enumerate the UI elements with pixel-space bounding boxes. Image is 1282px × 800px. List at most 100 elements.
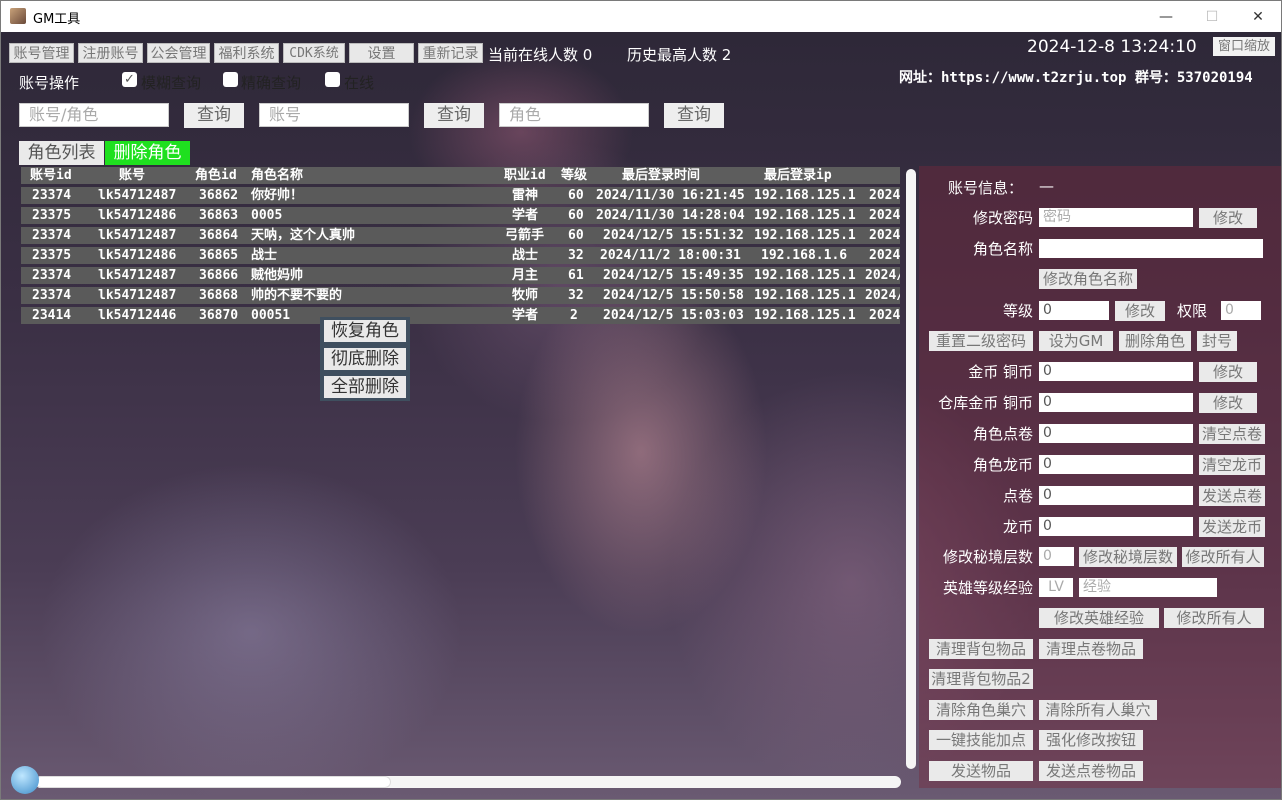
table-row[interactable]: 23375 lk54712486 36865 战士 战士 32 2024/11/… [21,247,900,264]
cell-extra: 2024 [869,248,900,263]
lb-input[interactable]: 0 [1039,517,1193,536]
send-dj-button[interactable]: 发送点卷 [1199,486,1265,506]
tab-role-list[interactable]: 角色列表 [19,141,104,165]
role-name-input[interactable] [1039,239,1263,258]
tab-welfare[interactable]: 福利系统 [214,43,279,63]
chat-bubble-icon[interactable] [11,766,39,794]
send-item-button[interactable]: 发送物品 [929,761,1033,781]
exact-checkbox[interactable] [223,72,238,87]
cell-extra: 2024 [869,188,900,203]
change-gold-button[interactable]: 修改 [1199,362,1257,382]
query-button-3[interactable]: 查询 [664,103,724,128]
gold-input[interactable]: 0 [1039,362,1193,381]
scrollbar-thumb[interactable] [35,776,391,788]
dj-input[interactable]: 0 [1039,486,1193,505]
change-password-button[interactable]: 修改 [1199,208,1257,228]
change-hero-exp-button[interactable]: 修改英雄经验 [1039,608,1159,628]
window-zoom-button[interactable]: 窗口缩放 [1213,37,1275,56]
col-account[interactable]: 账号 [119,167,145,184]
tab-register[interactable]: 注册账号 [78,43,143,63]
change-secret-layer-button[interactable]: 修改秘境层数 [1079,547,1177,567]
enhance-button[interactable]: 强化修改按钮 [1039,730,1143,750]
cell-level: 61 [568,268,584,283]
cell-last-login-time: 2024/11/30 16:21:45 [596,188,745,203]
table-row[interactable]: 23375 lk54712486 36863 0005 学者 60 2024/1… [21,207,900,224]
hero-level-input[interactable]: LV [1039,578,1073,597]
minimize-button[interactable]: — [1143,1,1189,32]
reset-second-password-button[interactable]: 重置二级密码 [929,331,1033,351]
col-account-id[interactable]: 账号id [30,167,72,184]
ban-button[interactable]: 封号 [1197,331,1237,351]
change-all-hero-button[interactable]: 修改所有人 [1164,608,1264,628]
search-role-input[interactable]: 角色 [499,103,649,127]
skill-points-button[interactable]: 一键技能加点 [929,730,1033,750]
warehouse-gold-input[interactable]: 0 [1039,393,1193,412]
cell-class: 雷神 [512,188,539,203]
send-lb-button[interactable]: 发送龙币 [1199,517,1265,537]
maximize-button[interactable]: ☐ [1189,1,1235,32]
online-checkbox[interactable] [325,72,340,87]
table-row[interactable]: 23374 lk54712487 36862 你好帅！ 雷神 60 2024/1… [21,187,900,204]
vertical-scrollbar[interactable] [906,169,916,769]
horizontal-scrollbar[interactable] [35,776,901,788]
exact-label: 精确查询 [241,74,302,92]
level-input[interactable]: 0 [1039,301,1109,320]
col-last-login-ip[interactable]: 最后登录ip [764,167,832,184]
cell-role-name: 0005 [251,208,283,223]
col-last-login-time[interactable]: 最后登录时间 [622,167,700,184]
permission-input[interactable]: 0 [1221,301,1261,320]
query-button-1[interactable]: 查询 [184,103,244,128]
col-role-id[interactable]: 角色id [195,167,237,184]
clear-all-nest-button[interactable]: 清除所有人巢穴 [1039,700,1157,720]
change-role-name-button[interactable]: 修改角色名称 [1039,269,1137,289]
tab-cdk[interactable]: CDK系统 [283,43,345,63]
account-info-value: — [1039,177,1054,195]
table-row[interactable]: 23374 lk54712487 36864 天呐，这个人真帅 弓箭手 60 2… [21,227,900,244]
account-ops-label: 账号操作 [19,74,80,92]
role-dragon-label: 角色龙币 [972,456,1033,474]
search-account-input[interactable]: 账号 [259,103,409,127]
clear-dj-items-button[interactable]: 清理点卷物品 [1039,639,1143,659]
cell-account-id: 23374 [32,288,72,303]
tab-account-manage[interactable]: 账号管理 [9,43,74,63]
tab-settings[interactable]: 设置 [349,43,414,63]
clear-dragon-button[interactable]: 清空龙币 [1199,455,1265,475]
clear-role-nest-button[interactable]: 清除角色巢穴 [929,700,1033,720]
change-level-button[interactable]: 修改 [1115,301,1165,321]
table-row[interactable]: 23414 lk54712446 36870 00051 学者 2 2024/1… [21,307,900,324]
cell-role-name: 帅的不要不要的 [251,288,343,303]
ctx-restore-role[interactable]: 恢复角色 [320,317,410,345]
secret-layer-input[interactable]: 0 [1039,547,1074,566]
ctx-delete-all[interactable]: 全部删除 [320,373,410,401]
tab-guild[interactable]: 公会管理 [147,43,210,63]
col-class-id[interactable]: 职业id [504,167,546,184]
role-points-label: 角色点卷 [972,425,1033,443]
delete-role-button[interactable]: 删除角色 [1119,331,1191,351]
fuzzy-checkbox[interactable]: ✓ [122,72,137,87]
hero-exp-input[interactable]: 经验 [1079,578,1217,597]
change-all-secret-button[interactable]: 修改所有人 [1182,547,1264,567]
tab-delete-role[interactable]: 删除角色 [105,141,190,165]
cell-role-name: 00051 [251,308,291,323]
tab-rerecord[interactable]: 重新记录 [418,43,483,63]
query-button-2[interactable]: 查询 [424,103,484,128]
search-account-role-input[interactable]: 账号/角色 [19,103,169,127]
clear-bag2-button[interactable]: 清理背包物品2 [929,669,1033,689]
cell-extra: 2024 [869,308,900,323]
table-row[interactable]: 23374 lk54712487 36866 贼他妈帅 月主 61 2024/1… [21,267,900,284]
cell-class: 弓箭手 [505,228,545,243]
close-button[interactable]: ✕ [1235,1,1281,32]
ctx-permanent-delete[interactable]: 彻底删除 [320,345,410,373]
send-dj-item-button[interactable]: 发送点卷物品 [1039,761,1143,781]
clear-points-button[interactable]: 清空点卷 [1199,424,1265,444]
table-row[interactable]: 23374 lk54712487 36868 帅的不要不要的 牧师 32 202… [21,287,900,304]
change-warehouse-gold-button[interactable]: 修改 [1199,393,1257,413]
role-dragon-input[interactable]: 0 [1039,455,1193,474]
col-role-name[interactable]: 角色名称 [251,167,303,184]
cell-last-login-ip: 192.168.125.1 [754,228,856,243]
set-gm-button[interactable]: 设为GM [1039,331,1113,351]
role-points-input[interactable]: 0 [1039,424,1193,443]
password-input[interactable]: 密码 [1039,208,1193,227]
clear-bag-button[interactable]: 清理背包物品 [929,639,1033,659]
col-level[interactable]: 等级 [561,167,587,184]
